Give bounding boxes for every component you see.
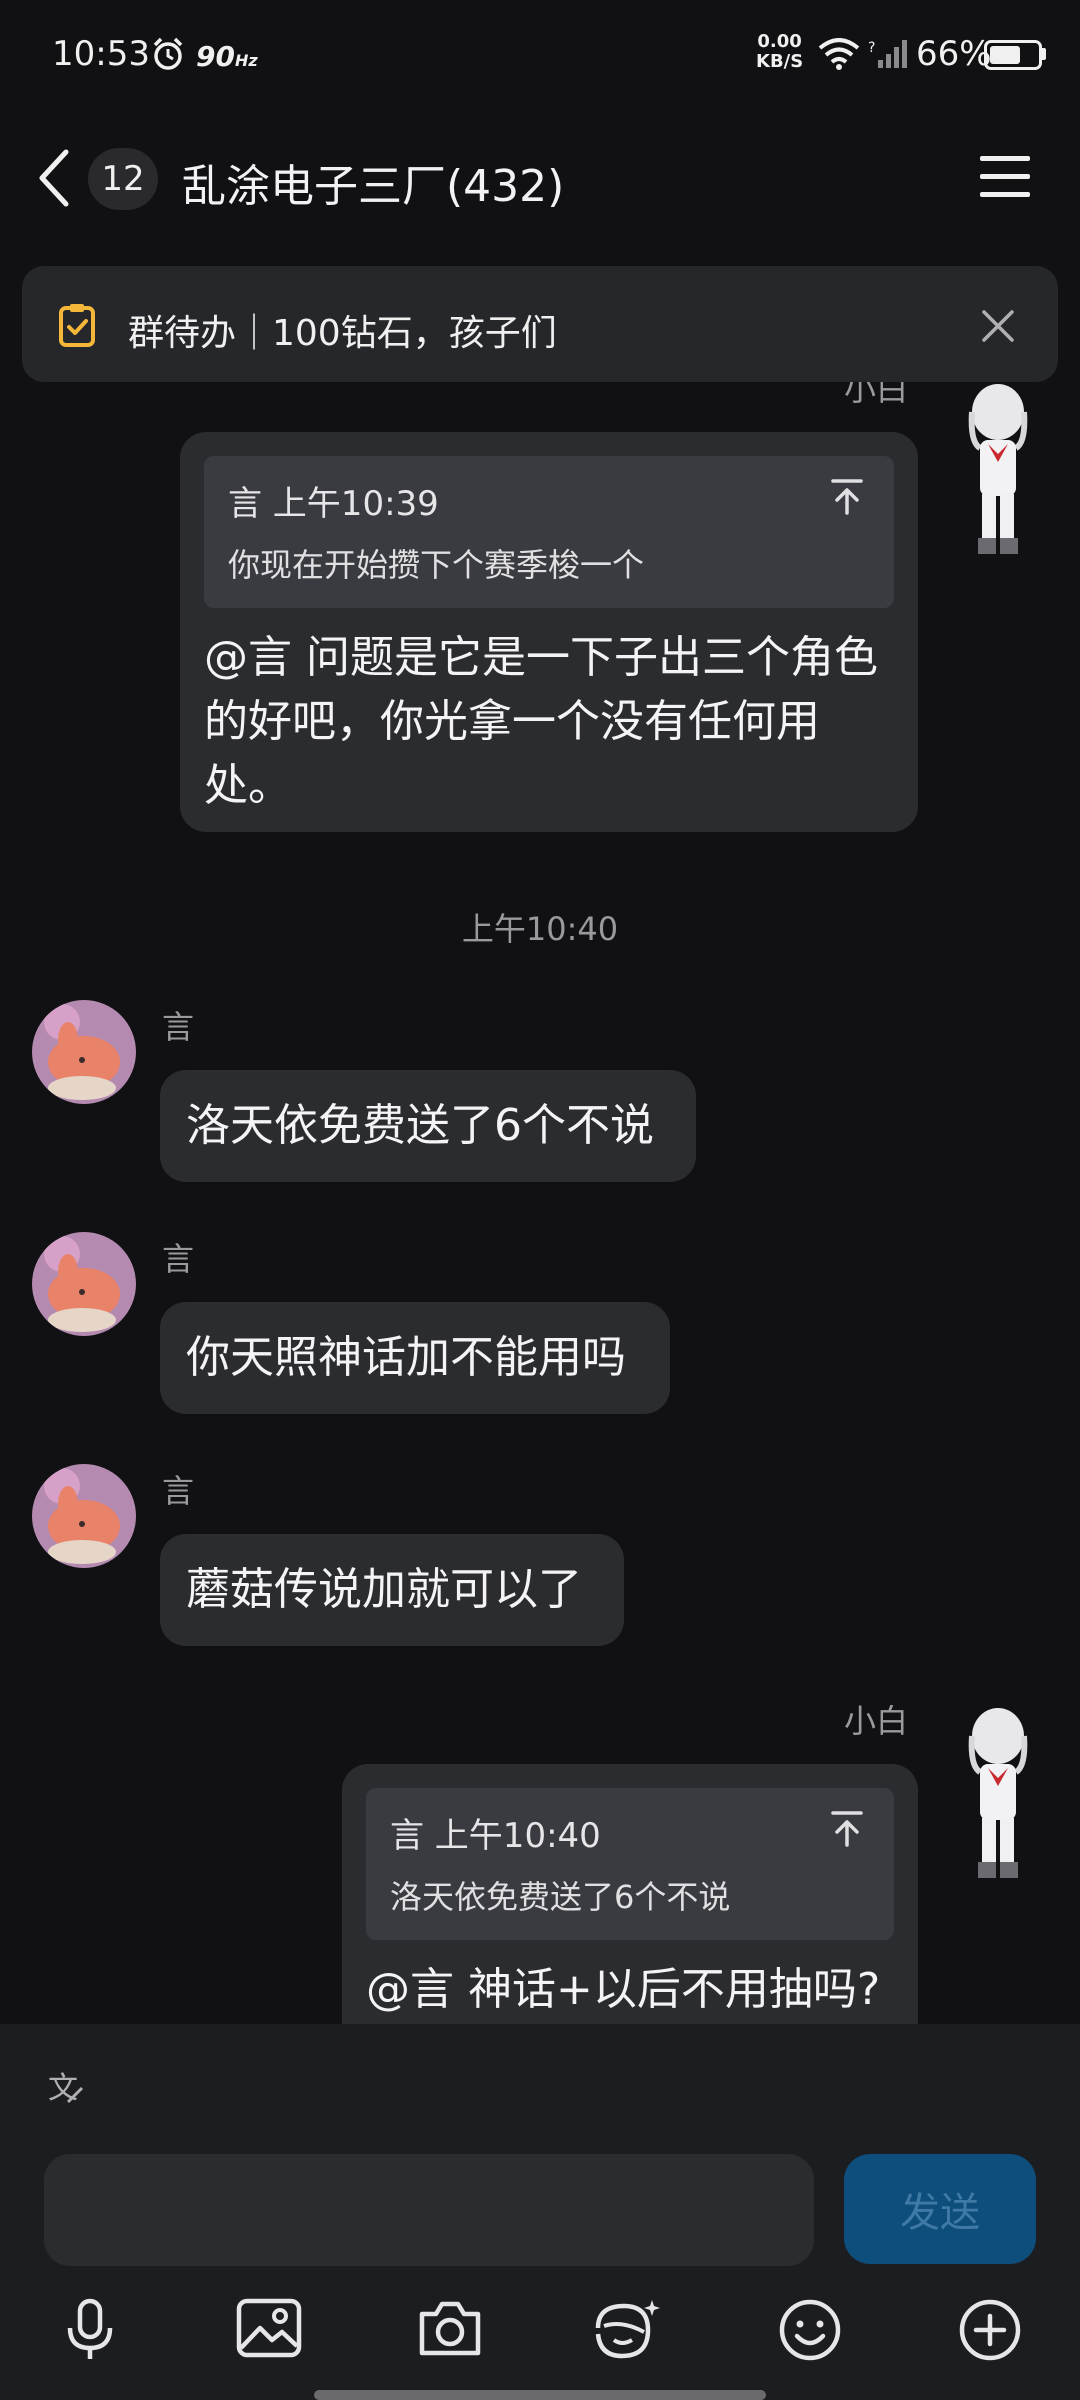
message-text: 你天照神话加不能用吗: [186, 1332, 626, 1383]
sender-name: 言: [162, 1472, 195, 1510]
sender-name: 小白: [843, 1702, 908, 1740]
avatar-yan[interactable]: [32, 1464, 136, 1568]
image-icon[interactable]: [236, 2298, 302, 2362]
message-bubble[interactable]: 蘑菇传说加就可以了: [160, 1534, 624, 1646]
wifi-icon: [818, 38, 860, 74]
quote-text: 洛天依免费送了6个不说: [390, 1878, 731, 1916]
todo-text: 群待办｜100钻石，孩子们: [128, 313, 557, 354]
message-line: 处。: [204, 760, 292, 811]
message-line: @言 问题是它是一下子出三个角色: [204, 632, 878, 683]
quote-author-time: 言 上午10:39: [228, 484, 439, 524]
message-bubble[interactable]: 言 上午10:40 洛天依免费送了6个不说 @言 神话+以后不用抽吗?: [342, 1764, 918, 2024]
quote-text: 你现在开始攒下个赛季梭一个: [228, 546, 645, 584]
message-bubble[interactable]: 你天照神话加不能用吗: [160, 1302, 670, 1414]
message-text: @言 问题是它是一下子出三个角色 的好吧，你光拿一个没有任何用 处。: [204, 626, 878, 818]
quoted-message[interactable]: 言 上午10:40 洛天依免费送了6个不说: [366, 1788, 894, 1940]
battery-icon: [984, 40, 1042, 70]
signal-icon: ?: [868, 38, 908, 74]
message-text: 洛天依免费送了6个不说: [186, 1100, 654, 1151]
jump-to-quote-icon[interactable]: [830, 1810, 864, 1852]
quote-author-time: 言 上午10:40: [390, 1816, 601, 1856]
message-timestamp: 上午10:40: [461, 910, 619, 948]
battery-percent: 66%: [916, 34, 992, 74]
message-text: 蘑菇传说加就可以了: [186, 1564, 582, 1615]
back-icon[interactable]: [34, 146, 74, 214]
alarm-icon: [150, 36, 186, 76]
message-bubble[interactable]: 言 上午10:39 你现在开始攒下个赛季梭一个 @言 问题是它是一下子出三个角色…: [180, 432, 918, 832]
unread-count-badge[interactable]: 12: [88, 148, 158, 210]
plus-icon[interactable]: [958, 2298, 1022, 2366]
avatar-xiaobai[interactable]: [950, 382, 1046, 562]
message-line: 的好吧，你光拿一个没有任何用: [204, 696, 820, 747]
svg-text:?: ?: [868, 40, 875, 56]
avatar-yan[interactable]: [32, 1232, 136, 1336]
chat-title: 乱涂电子三厂(432): [182, 161, 565, 212]
jump-to-quote-icon[interactable]: [830, 478, 864, 520]
svg-text:文: 文: [48, 2071, 78, 2106]
menu-icon[interactable]: [978, 154, 1032, 204]
chat-area[interactable]: 小白 言 上午10:39 你现在开始攒下个赛季梭一个 @言 问题是它是一下子出三…: [0, 240, 1080, 2024]
message-input[interactable]: [44, 2154, 814, 2266]
sticker-icon[interactable]: [592, 2298, 662, 2366]
avatar-xiaobai[interactable]: [950, 1706, 1046, 1886]
todo-icon: [58, 302, 96, 352]
battery-tip: [1041, 48, 1046, 60]
home-indicator[interactable]: [314, 2390, 766, 2400]
battery-level: [990, 46, 1020, 64]
network-speed: 0.00 KB/S: [756, 31, 804, 72]
close-icon[interactable]: [980, 308, 1016, 348]
microphone-icon[interactable]: [62, 2298, 118, 2366]
camera-icon[interactable]: [416, 2298, 484, 2362]
sender-name: 言: [162, 1008, 195, 1046]
sender-name: 言: [162, 1240, 195, 1278]
message-bubble[interactable]: 洛天依免费送了6个不说: [160, 1070, 696, 1182]
send-button[interactable]: 发送: [844, 2154, 1036, 2264]
emoji-icon[interactable]: [778, 2298, 842, 2366]
translate-icon[interactable]: 文: [46, 2068, 86, 2112]
status-time: 10:53: [52, 34, 150, 74]
avatar-yan[interactable]: [32, 1000, 136, 1104]
quoted-message[interactable]: 言 上午10:39 你现在开始攒下个赛季梭一个: [204, 456, 894, 608]
message-text: @言 神话+以后不用抽吗?: [366, 1964, 881, 2015]
refresh-rate: 90Hz: [196, 40, 258, 73]
status-bar: 10:53 90Hz 0.00 KB/S ? 66%: [0, 0, 1080, 110]
